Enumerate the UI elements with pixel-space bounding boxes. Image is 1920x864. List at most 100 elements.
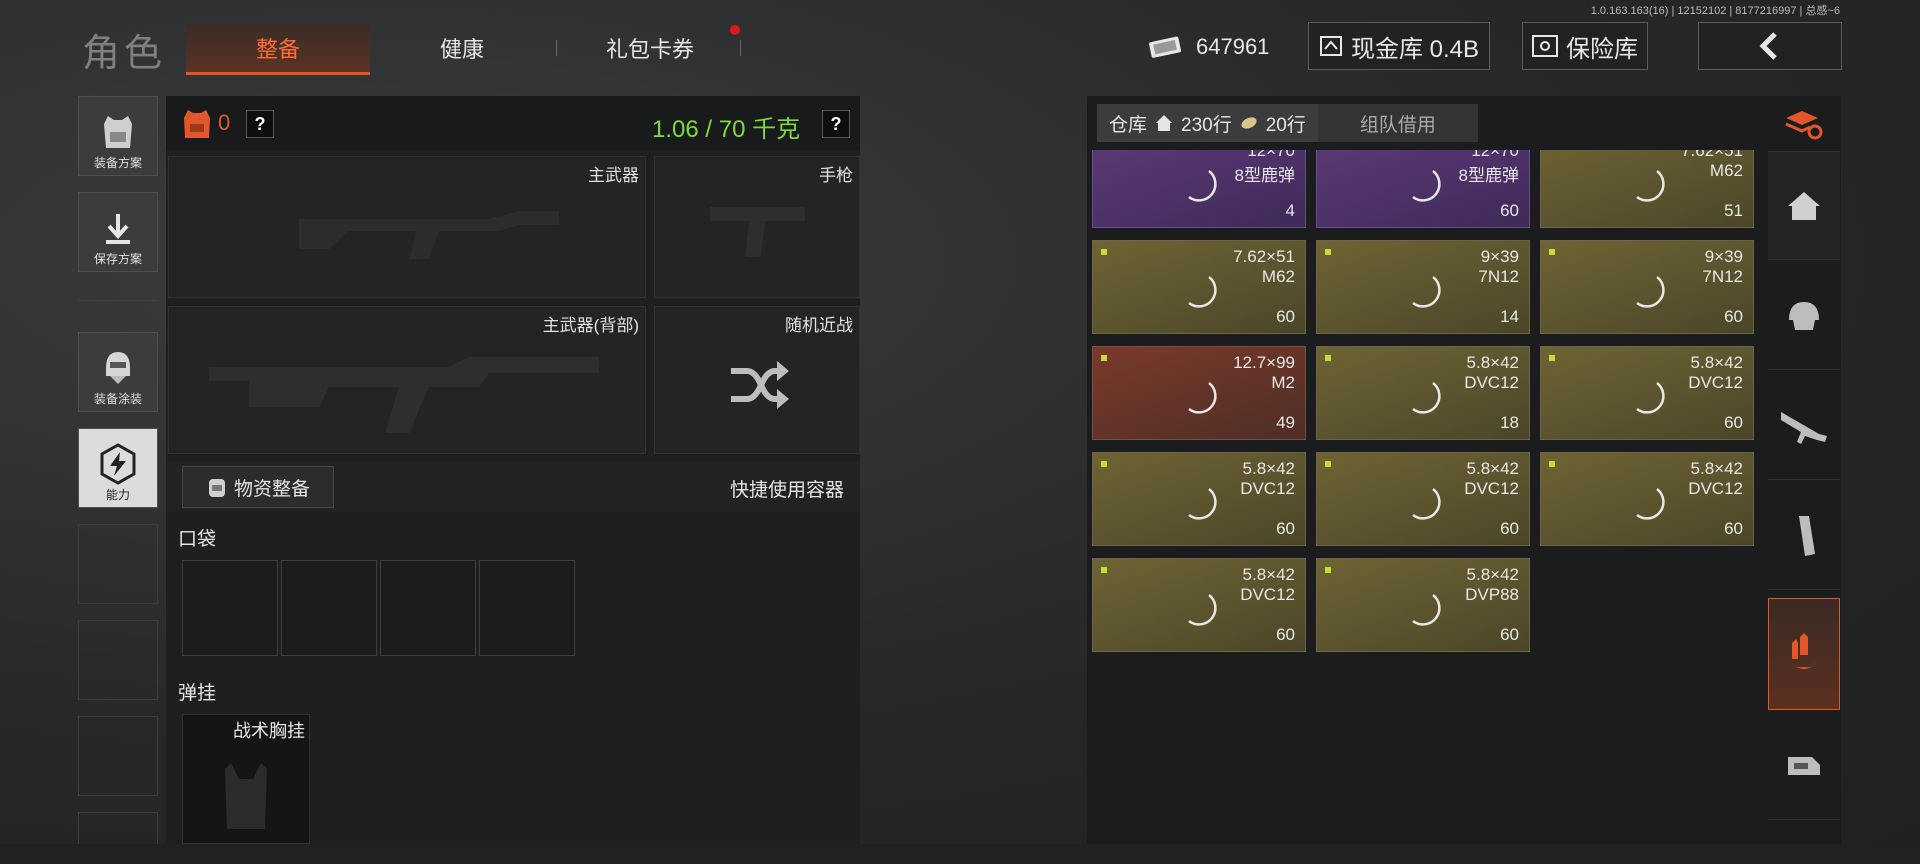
armor-help-button[interactable]: ?	[246, 110, 274, 138]
loadout-header: 0 ? 1.06 / 70 千克 ?	[166, 96, 860, 150]
sidebar-item-label: 保存方案	[93, 252, 142, 266]
item-caliber: 7.62×51	[1233, 247, 1295, 266]
rifle-icon	[1781, 411, 1827, 444]
warehouse-item-card[interactable]: 7.62×51 M62 51	[1540, 150, 1754, 228]
cash-vault-label: 现金库 0.4B	[1350, 35, 1480, 63]
loading-spinner-icon	[1412, 382, 1441, 414]
equipment-plan-button[interactable]: 装备方案	[78, 96, 158, 176]
item-ammo-type: DVC12	[1464, 479, 1519, 498]
rail-ammo-button[interactable]	[1768, 598, 1840, 710]
version-text: 1.0.163.163(16) | 12152102 | 8177216997 …	[1590, 5, 1840, 17]
sidebar-divider	[78, 300, 158, 301]
warehouse-item-card[interactable]: 5.8×42 DVC12 60	[1540, 452, 1754, 546]
item-caliber: 12×70	[1471, 150, 1519, 160]
vest-icon	[104, 116, 132, 148]
new-indicator	[1101, 567, 1107, 573]
warehouse-item-card[interactable]: 5.8×42 DVC12 60	[1540, 346, 1754, 440]
rail-helmet-button[interactable]	[1768, 262, 1840, 370]
safe-label: 保险库	[1566, 35, 1638, 63]
loading-spinner-icon	[1188, 276, 1217, 308]
rig-slot[interactable]: 战术胸挂	[182, 714, 310, 844]
save-plan-button[interactable]: 保存方案	[78, 192, 158, 272]
item-ammo-type: M2	[1271, 373, 1295, 392]
item-caliber: 5.8×42	[1690, 459, 1743, 478]
new-indicator	[1325, 567, 1331, 573]
weight-help-button[interactable]: ?	[822, 110, 850, 138]
home-icon	[1156, 115, 1173, 131]
warehouse-item-card[interactable]: 12×70 8型鹿弹 60	[1316, 150, 1530, 228]
warehouse-rows-b: 20行	[1265, 114, 1306, 136]
item-count: 18	[1500, 413, 1519, 432]
rail-home-button[interactable]	[1768, 152, 1840, 260]
item-caliber: 5.8×42	[1242, 565, 1295, 584]
pocket-slot[interactable]	[479, 560, 575, 656]
helmet-icon	[1789, 301, 1819, 330]
tab-gift-coupons[interactable]: 礼包卡券	[560, 24, 740, 72]
quick-container-label[interactable]: 快捷使用容器	[730, 475, 844, 502]
item-count: 60	[1500, 201, 1519, 220]
tab-label: 健康	[439, 37, 484, 62]
warehouse-item-card[interactable]: 9×39 7N12 14	[1316, 240, 1530, 334]
team-tab-label: 组队借用	[1359, 114, 1436, 136]
money-amount: 647961	[1196, 34, 1270, 59]
tab-equipment[interactable]: 整备	[186, 24, 370, 75]
tab-health[interactable]: 健康	[372, 24, 552, 72]
loading-spinner-icon	[1188, 382, 1217, 414]
pocket-slot[interactable]	[182, 560, 278, 656]
item-count: 60	[1276, 519, 1295, 538]
pistol-slot[interactable]: 手枪	[654, 156, 860, 298]
warehouse-item-card[interactable]: 5.8×42 DVC12 60	[1092, 558, 1306, 652]
warehouse-item-card[interactable]: 12.7×99 M2 49	[1092, 346, 1306, 440]
warehouse-item-card[interactable]: 9×39 7N12 60	[1540, 240, 1754, 334]
safe-button[interactable]: 保险库	[1522, 22, 1648, 70]
warehouse-grid: 12×70 8型鹿弹 4 12×70 8型鹿弹 60 7.62×51 M62 51 7.62×51…	[1092, 150, 1766, 710]
item-caliber: 7.62×51	[1681, 150, 1743, 160]
loading-spinner-icon	[1636, 382, 1665, 414]
slot-label: 随机近战	[785, 316, 853, 335]
warehouse-item-card[interactable]: 12×70 8型鹿弹 4	[1092, 150, 1306, 228]
new-indicator	[1325, 355, 1331, 361]
lightning-hexagon-icon	[100, 443, 136, 485]
rail-scope-button[interactable]	[1768, 712, 1840, 820]
helmet-mask-icon	[106, 352, 130, 384]
pocket-slot[interactable]	[281, 560, 377, 656]
item-ammo-type: 8型鹿弹	[1458, 166, 1519, 185]
weight-display: 1.06 / 70 千克	[652, 116, 801, 143]
warehouse-item-card[interactable]: 5.8×42 DVC12 60	[1092, 452, 1306, 546]
pockets-label: 口袋	[178, 529, 217, 550]
back-button[interactable]	[1698, 22, 1842, 70]
loading-spinner-icon	[1636, 276, 1665, 308]
equipment-skin-button[interactable]: 装备涂装	[78, 332, 158, 412]
warehouse-item-card[interactable]: 5.8×42 DVC12 60	[1316, 452, 1530, 546]
ability-button[interactable]: 能力	[78, 428, 158, 508]
item-count: 4	[1285, 201, 1295, 220]
warehouse-item-card[interactable]: 5.8×42 DVP88 60	[1316, 558, 1530, 652]
slot-label: 主武器(背部)	[542, 316, 639, 335]
loading-spinner-icon	[1412, 276, 1441, 308]
slot-label: 主武器	[588, 166, 639, 185]
chevron-left-icon	[1759, 32, 1777, 60]
empty-sidebar-slot	[78, 716, 158, 796]
item-caliber: 12.7×99	[1233, 353, 1295, 372]
warehouse-item-card[interactable]: 7.62×51 M62 60	[1092, 240, 1306, 334]
primary-back-weapon-slot[interactable]: 主武器(背部)	[168, 306, 646, 454]
cash-vault-button[interactable]: 现金库 0.4B	[1308, 22, 1490, 70]
loading-spinner-icon	[1636, 488, 1665, 520]
item-caliber: 5.8×42	[1242, 459, 1295, 478]
rail-magazine-button[interactable]	[1768, 482, 1840, 590]
tab-warehouse[interactable]: 仓库 230行 20行	[1097, 104, 1318, 142]
rail-rifle-button[interactable]	[1768, 372, 1840, 480]
tab-team-borrow[interactable]: 组队借用	[1318, 110, 1478, 137]
item-ammo-type: DVC12	[1688, 479, 1743, 498]
pocket-slot[interactable]	[380, 560, 476, 656]
item-ammo-type: DVC12	[1688, 373, 1743, 392]
rail-sort-refresh-button[interactable]	[1768, 96, 1840, 152]
warehouse-item-card[interactable]: 5.8×42 DVC12 18	[1316, 346, 1530, 440]
supply-button[interactable]: 物资整备	[182, 466, 334, 508]
primary-weapon-slot[interactable]: 主武器	[168, 156, 646, 298]
armor-count: 0	[218, 110, 231, 135]
loading-spinner-icon	[1412, 594, 1441, 626]
random-melee-slot[interactable]: 随机近战	[654, 306, 860, 454]
item-count: 60	[1276, 625, 1295, 644]
scope-icon	[1788, 756, 1820, 775]
